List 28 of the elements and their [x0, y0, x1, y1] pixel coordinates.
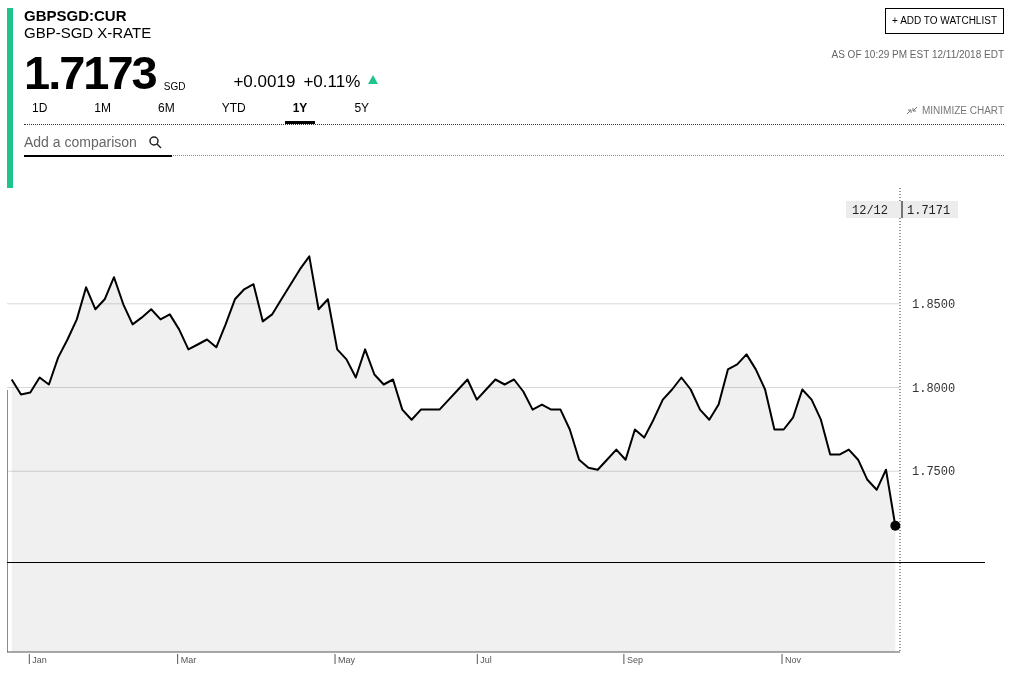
shrink-arrows-icon [905, 106, 918, 115]
instrument-name: GBP-SGD X-RATE [24, 24, 153, 41]
minimize-chart-link[interactable]: MINIMIZE CHART [905, 103, 1004, 124]
currency-label: SGD [163, 80, 186, 94]
price-change: +0.0019 [233, 71, 296, 93]
y-axis-label: 1.8500 [912, 297, 956, 312]
current-point-marker [890, 520, 901, 531]
add-to-watchlist-button[interactable]: + ADD TO WATCHLIST [885, 8, 1004, 34]
range-tab[interactable]: 1M [86, 94, 119, 124]
price: 1.7173 [24, 49, 156, 96]
range-tab[interactable]: 6M [150, 94, 183, 124]
y-axis-label: 1.8000 [912, 381, 956, 396]
range-tab[interactable]: YTD [213, 94, 254, 124]
x-axis-label: Jul [480, 655, 492, 665]
percent-change: +0.11% [303, 71, 361, 93]
crosshair-readout: 12/12 1.7171 [846, 200, 958, 219]
range-tab[interactable]: 5Y [346, 94, 378, 124]
x-axis-label: May [338, 655, 356, 665]
x-axis-label: Sep [626, 655, 643, 665]
x-axis-label: Jan [32, 655, 47, 665]
x-axis-label: Nov [785, 655, 802, 665]
range-tab[interactable]: 1D [24, 94, 56, 124]
x-axis-label: Mar [180, 655, 197, 665]
range-tab[interactable]: 1Y [284, 94, 316, 124]
timestamp: AS OF 10:29 PM EST 12/11/2018 EDT [831, 48, 1004, 62]
y-axis-label: 1.7500 [912, 465, 956, 480]
ticker-symbol: GBPSGD:CUR [24, 8, 128, 24]
search-icon [149, 135, 162, 149]
